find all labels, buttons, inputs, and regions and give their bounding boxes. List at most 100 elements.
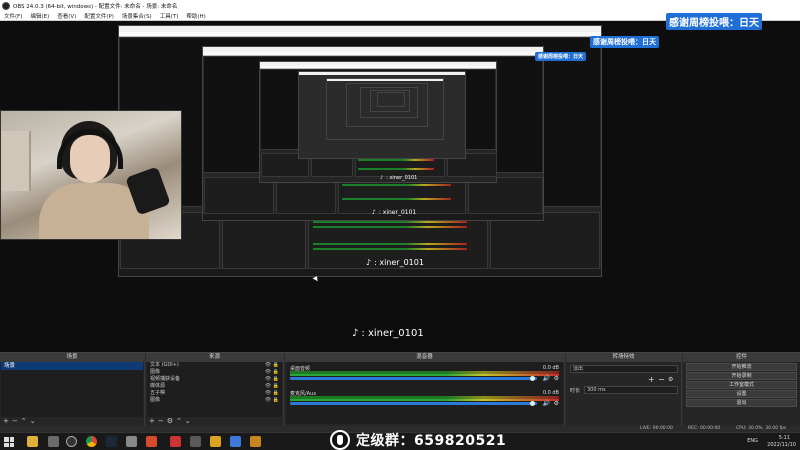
move-down-icon[interactable]: ⌄ [30, 418, 36, 425]
source-item[interactable]: 视频捕获设备 👁 🔒 [147, 376, 282, 383]
move-down-icon[interactable]: ⌄ [185, 418, 191, 425]
nested-menubar [119, 32, 601, 37]
app-icon[interactable] [170, 436, 181, 447]
tiktok-handle-text: : xiner_0101 [374, 258, 424, 267]
studio-mode-button[interactable]: 工作室模式 [686, 381, 797, 389]
tiktok-handle-nested: ♪ : xiner_0101 [366, 258, 424, 267]
source-settings-gear-icon[interactable]: ⚙ [167, 418, 173, 425]
remove-transition-button[interactable]: − [658, 375, 665, 384]
menu-tools[interactable]: 工具(T) [160, 12, 179, 20]
mixer-channel-mic: 麦克风/Aux 0.0 dB 🔊 ⚙ [290, 390, 559, 407]
tiktok-icon: ♪ [366, 258, 372, 267]
scene-item[interactable]: 场景 [1, 362, 143, 370]
add-scene-button[interactable]: + [3, 418, 9, 425]
menu-view[interactable]: 查看(V) [57, 12, 76, 20]
add-transition-button[interactable]: + [648, 375, 655, 384]
qq-penguin-icon [330, 430, 350, 450]
gear-icon[interactable]: ⚙ [554, 400, 559, 407]
source-item[interactable]: 图像 👁 🔒 [147, 369, 282, 376]
source-item[interactable]: 图像 👁 🔒 [147, 397, 282, 404]
tiktok-icon: ♪ [372, 209, 376, 216]
windows-taskbar: 定级群：659820521 ENG 5:11 2022/11/10 [0, 430, 800, 450]
chrome-icon[interactable] [86, 436, 97, 447]
dock-area: 场景 场景 + − ⌃ ⌄ 来源 文本 (GDI+) 👁 🔒 图像 👁 🔒 视频捕获… [0, 352, 800, 426]
menu-edit[interactable]: 编辑(E) [30, 12, 49, 20]
duration-input[interactable]: 300 ms [584, 386, 678, 394]
volume-slider[interactable] [290, 377, 537, 380]
eye-lock-icon: 👁 🔒 [264, 362, 279, 368]
tray-time[interactable]: 5:11 [779, 435, 790, 441]
app-icon[interactable] [210, 436, 221, 447]
mixer-dock: 混音器 桌面音频 0.0 dB 🔊 ⚙ 麦克风/Aux 0.0 dB 🔊 ⚙ [285, 353, 565, 426]
tiktok-icon: ♪ [352, 328, 359, 339]
mixer-channel-desktop: 桌面音频 0.0 dB 🔊 ⚙ [290, 365, 559, 382]
steam-icon[interactable] [106, 436, 117, 447]
sources-list[interactable]: 文本 (GDI+) 👁 🔒 图像 👁 🔒 视频捕获设备 👁 🔒 媒体源 👁 🔒 五子棋 👁… [147, 362, 282, 417]
thanks-banner-nested: 感谢周榜投喂：日天 [590, 36, 659, 48]
controls-header: 控件 [683, 353, 800, 362]
volume-knob[interactable] [530, 401, 535, 406]
eye-lock-icon: 👁 🔒 [264, 376, 279, 382]
app-icon[interactable] [250, 436, 261, 447]
transition-type-select[interactable]: 淡出 [570, 365, 678, 373]
start-streaming-button[interactable]: 开始推流 [686, 363, 797, 371]
speaker-icon[interactable]: 🔊 [543, 375, 550, 382]
move-up-icon[interactable]: ⌃ [21, 418, 27, 425]
preview-canvas[interactable]: 感谢周榜投喂：日天 感谢周榜投喂：日天 感谢周榜投喂：日天 ♪ : xiner_… [0, 13, 800, 352]
tiktok-handle-nested-3: ♪ : xiner_0101 [380, 175, 417, 181]
window-titlebar: OBS 24.0.3 (64-bit, windows) - 配置文件: 未命名… [0, 0, 800, 11]
menu-help[interactable]: 帮助(H) [186, 12, 205, 20]
window-title: OBS 24.0.3 (64-bit, windows) - 配置文件: 未命名… [13, 3, 178, 10]
move-up-icon[interactable]: ⌃ [176, 418, 182, 425]
mixer-header: 混音器 [285, 353, 564, 362]
menu-scene-collection[interactable]: 场景集合(S) [122, 12, 152, 20]
eye-lock-icon: 👁 🔒 [264, 390, 279, 396]
scenes-dock: 场景 场景 + − ⌃ ⌄ [0, 353, 145, 426]
gear-icon[interactable]: ⚙ [554, 375, 559, 382]
exit-button[interactable]: 退出 [686, 399, 797, 407]
menu-file[interactable]: 文件(F) [4, 12, 22, 20]
transition-gear-icon[interactable]: ⚙ [668, 376, 673, 383]
thanks-banner-nested-2: 感谢周榜投喂：日天 [535, 52, 587, 61]
settings-button[interactable]: 设置 [686, 390, 797, 398]
windows-start-icon[interactable] [4, 437, 14, 447]
tiktok-icon: ♪ [380, 175, 384, 181]
tiktok-handle-text: : xiner_0101 [378, 209, 417, 216]
tray-lang[interactable]: ENG [747, 438, 758, 444]
scenes-list[interactable]: 场景 [1, 362, 143, 417]
remove-scene-button[interactable]: − [12, 418, 18, 425]
volume-slider[interactable] [290, 402, 537, 405]
thanks-banner: 感谢周榜投喂：日天 [666, 13, 762, 30]
transitions-header: 转场特效 [566, 353, 681, 362]
tiktok-handle-nested-2: ♪ : xiner_0101 [372, 209, 416, 216]
start-recording-button[interactable]: 开始录制 [686, 372, 797, 380]
tiktok-handle-text: : xiner_0101 [361, 328, 424, 339]
app-icon[interactable] [146, 436, 157, 447]
file-explorer-icon[interactable] [27, 436, 38, 447]
source-item[interactable]: 五子棋 👁 🔒 [147, 390, 282, 397]
mixer-body: 桌面音频 0.0 dB 🔊 ⚙ 麦克风/Aux 0.0 dB 🔊 ⚙ [286, 362, 563, 424]
webcam-feed [0, 110, 182, 240]
eye-lock-icon: 👁 🔒 [264, 383, 279, 389]
remove-source-button[interactable]: − [158, 418, 164, 425]
speaker-icon[interactable]: 🔊 [543, 400, 550, 407]
store-icon[interactable] [48, 436, 59, 447]
app-icon[interactable] [230, 436, 241, 447]
volume-knob[interactable] [530, 376, 535, 381]
add-source-button[interactable]: + [149, 418, 155, 425]
source-item[interactable]: 文本 (GDI+) 👁 🔒 [147, 362, 282, 369]
app-icon[interactable] [126, 436, 137, 447]
tiktok-handle-text: : xiner_0101 [386, 175, 418, 181]
app-icon[interactable] [190, 436, 201, 447]
source-item[interactable]: 媒体源 👁 🔒 [147, 383, 282, 390]
obs-taskbar-icon[interactable] [66, 436, 77, 447]
scenes-toolbar: + − ⌃ ⌄ [0, 417, 144, 426]
transitions-dock: 转场特效 淡出 + − ⚙ 时长 300 ms [566, 353, 682, 426]
group-number-text: 定级群：659820521 [356, 433, 507, 449]
sources-dock: 来源 文本 (GDI+) 👁 🔒 图像 👁 🔒 视频捕获设备 👁 🔒 媒体源 👁 🔒 五… [146, 353, 284, 426]
tray-date[interactable]: 2022/11/10 [767, 442, 796, 448]
eye-lock-icon: 👁 🔒 [264, 369, 279, 375]
menu-profile[interactable]: 配置文件(P) [84, 12, 114, 20]
sources-toolbar: + − ⚙ ⌃ ⌄ [146, 417, 283, 426]
controls-dock: 控件 开始推流 开始录制 工作室模式 设置 退出 [683, 353, 800, 426]
